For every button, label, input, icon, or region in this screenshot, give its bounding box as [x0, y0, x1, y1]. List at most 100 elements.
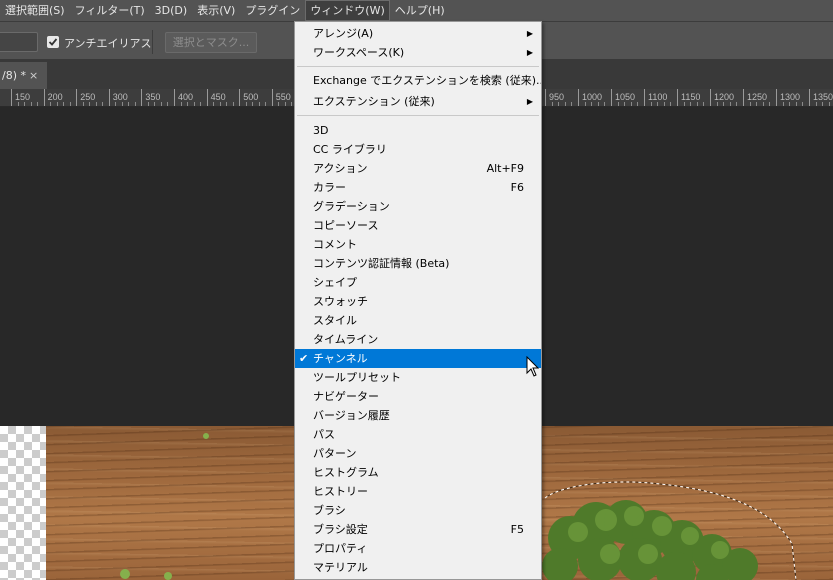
menu-item-label: グラデーション	[313, 200, 390, 213]
ruler-minor-tick	[716, 102, 718, 106]
ruler-tick: 1000	[578, 89, 602, 106]
ruler-minor-tick	[822, 102, 824, 106]
menu-filter[interactable]: フィルター(T)	[70, 0, 150, 21]
menu-item-gradients[interactable]: グラデーション	[295, 197, 541, 216]
ruler-tick-label: 1200	[714, 92, 735, 102]
menu-item-timeline[interactable]: タイムライン	[295, 330, 541, 349]
ruler-minor-tick	[828, 102, 830, 106]
menu-item-3d[interactable]: 3D	[295, 121, 541, 140]
menu-item-clone-source[interactable]: コピーソース	[295, 216, 541, 235]
menu-item-version-history[interactable]: バージョン履歴	[295, 406, 541, 425]
menu-select[interactable]: 選択範囲(S)	[0, 0, 70, 21]
menu-item-paths[interactable]: パス	[295, 425, 541, 444]
menu-item-label: パターン	[313, 447, 357, 460]
menu-item-arrange[interactable]: アレンジ(A) ▶	[295, 24, 541, 43]
ruler-minor-tick	[663, 102, 665, 106]
ruler-tick-label: 1100	[648, 92, 668, 102]
menu-item-history[interactable]: ヒストリー	[295, 482, 541, 501]
ruler-tick-label: 150	[15, 92, 31, 102]
ruler-minor-tick	[683, 102, 685, 106]
ruler-minor-tick	[769, 102, 771, 106]
menu-item-exchange[interactable]: Exchange でエクステンションを検索 (従来)...	[295, 71, 541, 90]
menu-item-shortcut: Alt+F9	[486, 162, 524, 175]
ruler-minor-tick	[284, 102, 286, 106]
menu-window[interactable]: ウィンドウ(W)	[305, 0, 390, 21]
ruler-minor-tick	[604, 102, 606, 106]
ruler-minor-tick	[17, 102, 19, 106]
menu-item-label: ブラシ設定	[313, 523, 368, 536]
antialias-checkbox[interactable]	[47, 36, 59, 48]
ruler-minor-tick	[597, 102, 599, 106]
mouse-cursor-icon	[526, 356, 540, 377]
ruler-minor-tick	[128, 102, 130, 106]
ruler-tick-label: 1050	[615, 92, 636, 102]
menu-item-extensions[interactable]: エクステンション (従来) ▶	[295, 92, 541, 111]
toolbar-divider	[152, 30, 153, 54]
select-and-mask-button[interactable]: 選択とマスク...	[165, 32, 257, 53]
ruler-tick-label: 1150	[681, 92, 701, 102]
feather-input[interactable]	[0, 32, 38, 52]
ruler-minor-tick	[729, 102, 731, 106]
menu-item-materials[interactable]: マテリアル	[295, 558, 541, 577]
menu-item-comments[interactable]: コメント	[295, 235, 541, 254]
ruler-minor-tick	[63, 102, 65, 106]
ruler-tick-label: 1350	[813, 92, 833, 102]
ruler-tick: 150	[11, 89, 30, 106]
menu-item-label: エクステンション (従来)	[313, 95, 435, 108]
menu-item-label: コンテンツ認証情報 (Beta)	[313, 257, 450, 270]
menu-item-label: パス	[313, 428, 335, 441]
ruler-minor-tick	[617, 102, 619, 106]
menu-item-properties[interactable]: プロパティ	[295, 539, 541, 558]
menu-item-color[interactable]: カラー F6	[295, 178, 541, 197]
ruler-minor-tick	[187, 102, 189, 106]
menu-3d[interactable]: 3D(D)	[150, 0, 193, 21]
ruler-minor-tick	[723, 102, 725, 106]
menu-item-swatches[interactable]: スウォッチ	[295, 292, 541, 311]
menu-item-cc-libraries[interactable]: CC ライブラリ	[295, 140, 541, 159]
menu-item-navigator[interactable]: ナビゲーター	[295, 387, 541, 406]
close-icon[interactable]: ×	[29, 62, 38, 89]
menu-item-label: シェイプ	[313, 276, 357, 289]
menu-item-patterns[interactable]: パターン	[295, 444, 541, 463]
ruler-tick: 1300	[776, 89, 800, 106]
ruler-minor-tick	[762, 102, 764, 106]
ruler-minor-tick	[265, 102, 267, 106]
ruler-tick-label: 200	[47, 92, 63, 102]
ruler-minor-tick	[657, 102, 659, 106]
ruler-tick: 200	[43, 89, 63, 106]
menu-plugins[interactable]: プラグイン	[240, 0, 305, 21]
ruler-minor-tick	[232, 102, 234, 106]
menu-item-actions[interactable]: アクション Alt+F9	[295, 159, 541, 178]
ruler-minor-tick	[37, 102, 39, 106]
menu-item-tool-presets[interactable]: ツールプリセット	[295, 368, 541, 387]
ruler-minor-tick	[789, 102, 791, 106]
menu-item-workspace[interactable]: ワークスペース(K) ▶	[295, 43, 541, 62]
menu-item-label: ツールプリセット	[313, 371, 401, 384]
menu-item-shapes[interactable]: シェイプ	[295, 273, 541, 292]
ruler-tick: 500	[239, 89, 258, 106]
ruler-minor-tick	[624, 102, 626, 106]
menu-item-brushes[interactable]: ブラシ	[295, 501, 541, 520]
ruler-minor-tick	[278, 102, 280, 106]
ruler-tick: 1250	[743, 89, 767, 106]
ruler-minor-tick	[24, 102, 26, 106]
menu-item-shortcut: F5	[510, 523, 524, 536]
menu-item-content-credentials[interactable]: コンテンツ認証情報 (Beta)	[295, 254, 541, 273]
menu-item-label: コメント	[313, 238, 357, 251]
menu-view[interactable]: 表示(V)	[192, 0, 240, 21]
menu-help[interactable]: ヘルプ(H)	[390, 0, 450, 21]
menu-item-styles[interactable]: スタイル	[295, 311, 541, 330]
menu-item-label: チャンネル	[313, 352, 368, 365]
menu-item-label: タイムライン	[313, 333, 379, 346]
ruler-minor-tick	[121, 102, 123, 106]
ruler-tick: 250	[76, 89, 95, 106]
menu-item-label: Exchange でエクステンションを検索 (従来)...	[313, 74, 542, 87]
document-tab[interactable]: /8) * ×	[0, 62, 47, 89]
menu-item-histogram[interactable]: ヒストグラム	[295, 463, 541, 482]
ruler-tick: 550	[271, 89, 291, 106]
menu-item-channels[interactable]: ✔ チャンネル	[295, 349, 541, 368]
menu-item-brush-settings[interactable]: ブラシ設定 F5	[295, 520, 541, 539]
ruler-minor-tick	[703, 102, 705, 106]
ruler-minor-tick	[89, 102, 91, 106]
menu-divider	[297, 66, 539, 67]
